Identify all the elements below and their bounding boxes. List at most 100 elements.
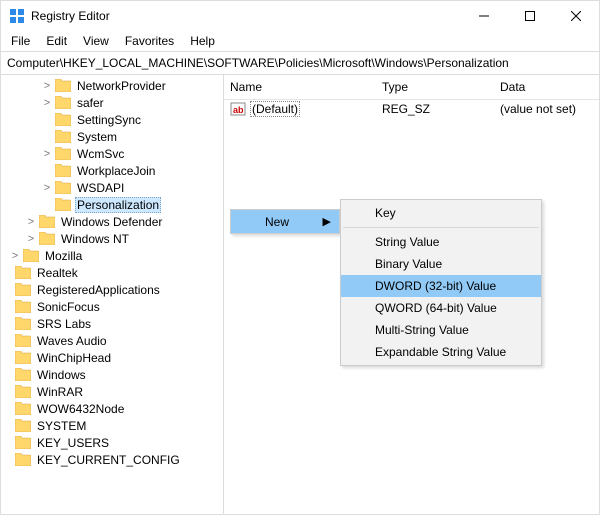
tree-item-workplacejoin[interactable]: WorkplaceJoin	[1, 162, 223, 179]
tree-item-label: Personalization	[75, 197, 161, 213]
col-type[interactable]: Type	[376, 80, 494, 94]
tree-item-label: safer	[75, 96, 106, 110]
tree-item-label: SYSTEM	[35, 419, 88, 433]
tree-item-system[interactable]: SYSTEM	[1, 417, 223, 434]
tree-item-system[interactable]: System	[1, 128, 223, 145]
tree-item-mozilla[interactable]: > Mozilla	[1, 247, 223, 264]
folder-icon	[55, 96, 71, 109]
menu-view[interactable]: View	[75, 32, 117, 50]
folder-icon	[15, 436, 31, 449]
tree-item-label: Mozilla	[43, 249, 84, 263]
list-row[interactable]: ab(Default)REG_SZ(value not set)	[224, 100, 599, 118]
close-button[interactable]	[553, 1, 599, 31]
tree-item-label: SettingSync	[75, 113, 143, 127]
menu-separator	[343, 227, 539, 228]
menu-item-key[interactable]: Key	[341, 202, 541, 224]
folder-icon	[55, 113, 71, 126]
menubar: File Edit View Favorites Help	[1, 31, 599, 51]
registry-editor-window: Registry Editor File Edit View Favorites…	[0, 0, 600, 515]
app-icon	[9, 8, 25, 24]
menu-favorites[interactable]: Favorites	[117, 32, 182, 50]
folder-icon	[55, 147, 71, 160]
expand-icon[interactable]: >	[41, 97, 53, 109]
tree-item-label: Windows NT	[59, 232, 131, 246]
window-title: Registry Editor	[31, 9, 461, 23]
tree-item-label: Waves Audio	[35, 334, 109, 348]
tree-item-wow6432node[interactable]: WOW6432Node	[1, 400, 223, 417]
folder-icon	[55, 164, 71, 177]
tree-item-winchiphead[interactable]: WinChipHead	[1, 349, 223, 366]
tree-item-wsdapi[interactable]: >WSDAPI	[1, 179, 223, 196]
minimize-button[interactable]	[461, 1, 507, 31]
tree-view[interactable]: >NetworkProvider>saferSettingSyncSystem>…	[1, 75, 224, 514]
tree-item-label: Windows Defender	[59, 215, 164, 229]
tree-item-windows[interactable]: Windows	[1, 366, 223, 383]
value-name: (Default)	[250, 101, 300, 117]
tree-item-label: SonicFocus	[35, 300, 102, 314]
tree-item-key_users[interactable]: KEY_USERS	[1, 434, 223, 451]
tree-item-networkprovider[interactable]: > NetworkProvider	[1, 77, 223, 94]
tree-item-sonicfocus[interactable]: SonicFocus	[1, 298, 223, 315]
expand-icon[interactable]: >	[41, 148, 53, 160]
folder-icon	[15, 368, 31, 381]
folder-icon	[39, 215, 55, 228]
value-data: (value not set)	[494, 102, 599, 116]
tree-item-waves audio[interactable]: Waves Audio	[1, 332, 223, 349]
tree-item-label: System	[75, 130, 119, 144]
titlebar: Registry Editor	[1, 1, 599, 31]
tree-item-wcmsvc[interactable]: >WcmSvc	[1, 145, 223, 162]
menu-item-binary-value[interactable]: Binary Value	[341, 253, 541, 275]
col-name[interactable]: Name	[224, 80, 376, 94]
folder-icon	[15, 317, 31, 330]
expand-icon[interactable]: >	[41, 80, 53, 92]
folder-icon	[55, 79, 71, 92]
context-new[interactable]: New ▶	[231, 210, 339, 233]
tree-item-key_current_config[interactable]: KEY_CURRENT_CONFIG	[1, 451, 223, 468]
tree-item-personalization[interactable]: Personalization	[1, 196, 223, 213]
list-body[interactable]: ab(Default)REG_SZ(value not set) New ▶ K…	[224, 100, 599, 514]
tree-item-safer[interactable]: > safer	[1, 94, 223, 111]
folder-icon	[15, 385, 31, 398]
tree-item-windows-nt[interactable]: > Windows NT	[1, 230, 223, 247]
tree-item-label: WOW6432Node	[35, 402, 126, 416]
tree-item-label: SRS Labs	[35, 317, 93, 331]
menu-help[interactable]: Help	[182, 32, 223, 50]
menu-edit[interactable]: Edit	[38, 32, 75, 50]
list-header[interactable]: Name Type Data	[224, 75, 599, 100]
folder-icon	[15, 283, 31, 296]
chevron-right-icon: ▶	[323, 215, 331, 228]
tree-item-srs labs[interactable]: SRS Labs	[1, 315, 223, 332]
tree-item-label: WinRAR	[35, 385, 85, 399]
menu-item-string-value[interactable]: String Value	[341, 231, 541, 253]
expand-icon[interactable]: >	[41, 182, 53, 194]
tree-item-settingsync[interactable]: SettingSync	[1, 111, 223, 128]
menu-item-expandable-string-value[interactable]: Expandable String Value	[341, 341, 541, 363]
menu-item-dword-32-bit-value[interactable]: DWORD (32-bit) Value	[341, 275, 541, 297]
expand-icon[interactable]: >	[9, 250, 21, 262]
tree-item-label: KEY_CURRENT_CONFIG	[35, 453, 182, 467]
folder-icon	[15, 300, 31, 313]
folder-icon	[15, 402, 31, 415]
folder-icon	[55, 130, 71, 143]
tree-item-registeredapplications[interactable]: RegisteredApplications	[1, 281, 223, 298]
col-data[interactable]: Data	[494, 80, 599, 94]
folder-icon	[39, 232, 55, 245]
menu-item-qword-64-bit-value[interactable]: QWORD (64-bit) Value	[341, 297, 541, 319]
folder-icon	[15, 266, 31, 279]
maximize-button[interactable]	[507, 1, 553, 31]
menu-item-multi-string-value[interactable]: Multi-String Value	[341, 319, 541, 341]
tree-item-windows-defender[interactable]: > Windows Defender	[1, 213, 223, 230]
tree-item-label: KEY_USERS	[35, 436, 111, 450]
folder-icon	[15, 453, 31, 466]
tree-item-label: WorkplaceJoin	[75, 164, 157, 178]
tree-item-label: NetworkProvider	[75, 79, 168, 93]
value-type: REG_SZ	[376, 102, 494, 116]
expand-icon[interactable]: >	[25, 216, 37, 228]
address-bar[interactable]: Computer\HKEY_LOCAL_MACHINE\SOFTWARE\Pol…	[1, 51, 599, 75]
list-view[interactable]: Name Type Data ab(Default)REG_SZ(value n…	[224, 75, 599, 514]
tree-item-winrar[interactable]: WinRAR	[1, 383, 223, 400]
menu-file[interactable]: File	[3, 32, 38, 50]
folder-icon	[55, 198, 71, 211]
expand-icon[interactable]: >	[25, 233, 37, 245]
tree-item-realtek[interactable]: Realtek	[1, 264, 223, 281]
